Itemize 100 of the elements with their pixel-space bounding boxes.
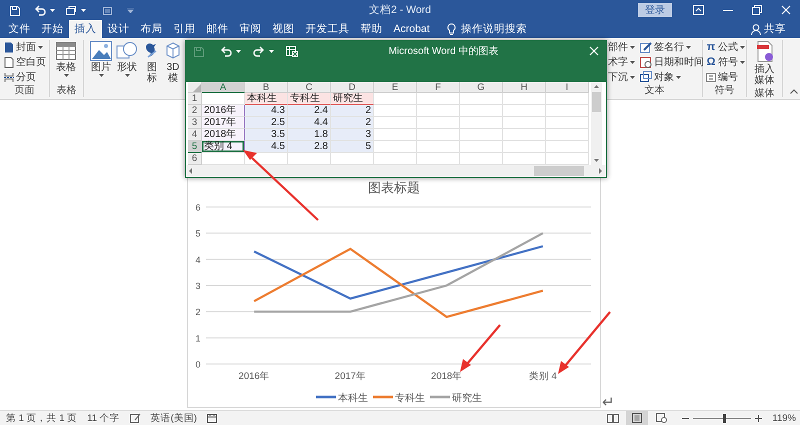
ribbon-tab[interactable]: 视图 <box>267 20 300 38</box>
table-cell[interactable] <box>374 153 417 165</box>
table-cell[interactable] <box>374 93 417 105</box>
horizontal-scrollbar[interactable] <box>186 165 606 177</box>
ribbon-tab[interactable]: 帮助 <box>355 20 388 38</box>
table-cell[interactable]: 4.3 <box>245 105 288 117</box>
tell-me-search[interactable]: 操作说明搜索 <box>461 22 528 36</box>
column-header[interactable]: E <box>374 82 417 93</box>
language[interactable]: 英语(美国) <box>150 412 197 424</box>
table-cell[interactable] <box>288 153 331 165</box>
table-cell[interactable] <box>546 105 589 117</box>
table-cell[interactable] <box>417 105 460 117</box>
ribbon-tab[interactable]: 设计 <box>102 20 135 38</box>
zoom-in-icon[interactable] <box>755 414 762 422</box>
caret-icon[interactable] <box>38 46 43 48</box>
table-cell[interactable] <box>374 129 417 141</box>
table-cell[interactable] <box>202 93 245 105</box>
caret-icon[interactable] <box>64 74 68 77</box>
person-icon[interactable] <box>751 24 761 34</box>
table-icon[interactable] <box>55 41 77 61</box>
ribbon-button[interactable]: 3D 模 <box>164 40 182 97</box>
caret-icon[interactable] <box>740 46 745 48</box>
column-header[interactable]: I <box>546 82 589 93</box>
ribbon-button[interactable]: 签名行 <box>639 40 705 54</box>
column-header[interactable]: A <box>202 82 245 93</box>
caret-icon[interactable] <box>269 50 274 52</box>
table-cell[interactable] <box>202 153 245 165</box>
table-cell[interactable] <box>546 93 589 105</box>
table-cell[interactable] <box>460 105 503 117</box>
table-cell[interactable]: 3.5 <box>245 129 288 141</box>
ribbon-options-icon[interactable] <box>693 5 704 15</box>
caret-icon[interactable] <box>98 74 104 77</box>
scroll-thumb[interactable] <box>592 92 601 112</box>
word-count[interactable]: 11 个字 <box>87 412 120 424</box>
row-header[interactable]: 3 <box>188 117 202 129</box>
table-cell[interactable] <box>460 117 503 129</box>
table-cell[interactable] <box>460 153 503 165</box>
table-cell[interactable] <box>460 141 503 153</box>
table-cell[interactable]: 4.4 <box>288 117 331 129</box>
table-cell[interactable] <box>503 153 546 165</box>
ribbon-tab[interactable]: 邮件 <box>201 20 234 38</box>
ribbon-tab[interactable]: 引用 <box>168 20 201 38</box>
caret-icon[interactable] <box>50 8 55 12</box>
media-icon[interactable] <box>754 41 774 63</box>
caret-icon[interactable] <box>124 74 130 77</box>
table-cell[interactable] <box>503 141 546 153</box>
vertical-scrollbar[interactable] <box>591 82 602 165</box>
table-cell[interactable] <box>503 117 546 129</box>
column-header[interactable]: D <box>331 82 374 93</box>
macro-icon[interactable] <box>206 413 217 423</box>
collapse-ribbon-icon[interactable] <box>790 89 798 94</box>
redo-icon[interactable] <box>253 46 265 56</box>
table-cell[interactable]: 专科生 <box>288 93 331 105</box>
ribbon-button[interactable]: 图 标 <box>140 40 164 97</box>
caret-icon[interactable] <box>630 46 635 48</box>
ribbon-button[interactable]: 下沉 <box>607 70 636 84</box>
column-header[interactable]: F <box>417 82 460 93</box>
table-cell[interactable]: 1.8 <box>288 129 331 141</box>
ribbon-button[interactable]: π 公式 <box>705 40 746 54</box>
ribbon-button[interactable]: Ω 符号 <box>705 55 746 69</box>
table-cell[interactable] <box>503 129 546 141</box>
ribbon-button[interactable]: 对象 <box>639 70 705 84</box>
table-cell[interactable] <box>331 153 374 165</box>
sign-in-button[interactable]: 登录 <box>638 3 672 17</box>
edit-data-icon[interactable] <box>286 46 298 56</box>
picture-icon[interactable] <box>90 41 112 61</box>
web-page-icon[interactable] <box>656 413 667 423</box>
ribbon-button[interactable]: 插入 媒体 <box>752 40 776 87</box>
column-header[interactable]: G <box>460 82 503 93</box>
close-icon[interactable] <box>589 46 599 56</box>
caret-icon[interactable] <box>630 60 635 64</box>
page-icon[interactable] <box>632 413 642 423</box>
ribbon-button[interactable]: 封面 <box>3 40 47 54</box>
scroll-thumb[interactable] <box>534 166 584 176</box>
ribbon-tab[interactable]: Acrobat <box>388 20 436 38</box>
table-cell[interactable]: 2018年 <box>202 129 245 141</box>
close-icon[interactable] <box>780 5 790 15</box>
table-cell[interactable] <box>374 141 417 153</box>
object-icon[interactable] <box>640 71 652 83</box>
ribbon-button[interactable]: 图片 <box>88 40 114 97</box>
table-cell[interactable] <box>460 129 503 141</box>
numbering-icon[interactable] <box>706 72 716 82</box>
ribbon-tab[interactable]: 插入 <box>69 20 102 38</box>
table-cell[interactable] <box>546 141 589 153</box>
table-cell[interactable]: 2 <box>331 117 374 129</box>
caret-icon[interactable] <box>81 8 86 12</box>
row-header[interactable]: 1 <box>188 93 202 105</box>
ribbon-button[interactable]: 术字 <box>607 55 636 69</box>
ribbon-button[interactable]: 分页 <box>3 70 47 84</box>
caret-icon[interactable] <box>686 46 691 48</box>
table-cell[interactable] <box>417 93 460 105</box>
row-header[interactable]: 5 <box>188 141 202 153</box>
table-cell[interactable] <box>417 129 460 141</box>
caret-icon[interactable] <box>236 50 241 52</box>
table-cell[interactable] <box>503 105 546 117</box>
page-break-icon[interactable] <box>4 72 14 82</box>
table-cell[interactable] <box>546 129 589 141</box>
table-cell[interactable] <box>460 93 503 105</box>
table-cell[interactable]: 2.4 <box>288 105 331 117</box>
ribbon-button[interactable]: 日期和时间 <box>639 55 705 69</box>
